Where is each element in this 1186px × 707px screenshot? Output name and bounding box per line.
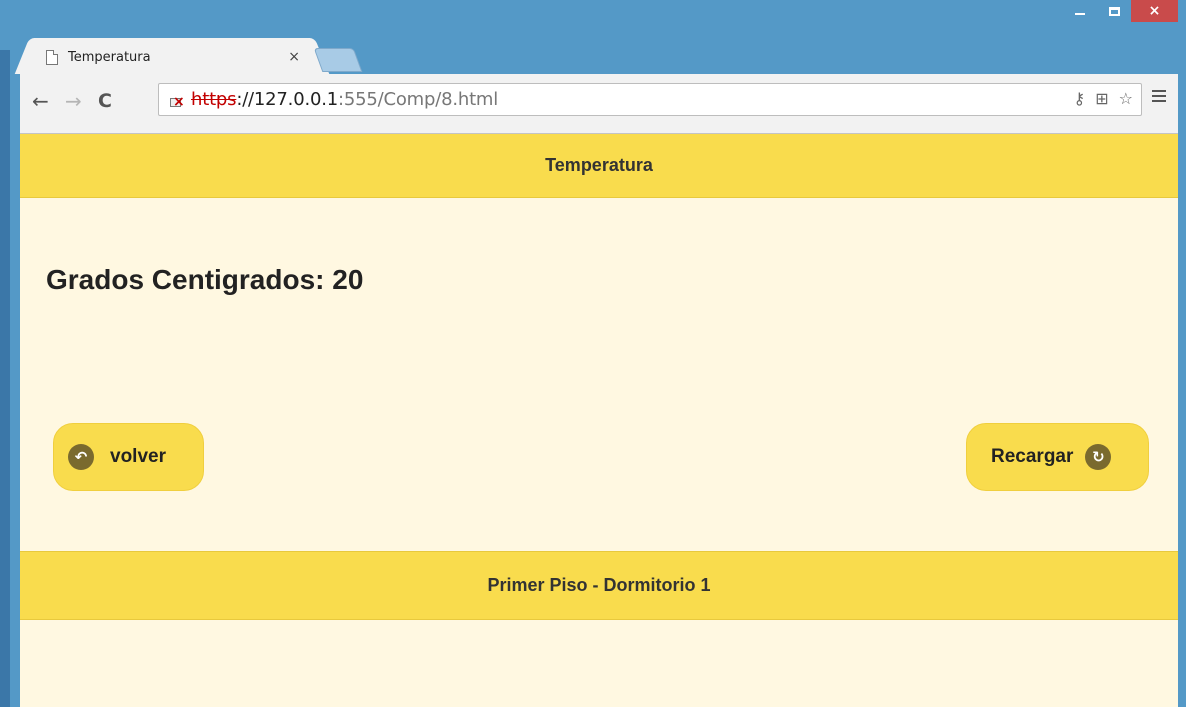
page-footer: Primer Piso - Dormitorio 1: [20, 551, 1178, 620]
key-icon[interactable]: ⚷: [1074, 89, 1086, 108]
star-icon[interactable]: ☆: [1119, 89, 1133, 108]
url-text: https://127.0.0.1:555/Comp/8.html: [191, 89, 498, 110]
browser-toolbar: ← → C × https://127.0.0.1:555/Comp/8.htm…: [20, 74, 1178, 134]
page-icon: [46, 49, 58, 65]
hamburger-menu-icon[interactable]: [1152, 90, 1166, 105]
tab-title: Temperatura: [68, 49, 151, 65]
browser-tab[interactable]: Temperatura ×: [30, 38, 314, 74]
new-tab-button[interactable]: [313, 48, 363, 72]
minimize-icon: [1075, 13, 1085, 15]
footer-title: Primer Piso - Dormitorio 1: [487, 575, 711, 595]
translate-icon[interactable]: ⊞: [1095, 89, 1108, 108]
page-title: Temperatura: [545, 155, 653, 175]
insecure-lock-icon[interactable]: ×: [169, 93, 185, 109]
temperature-reading: Grados Centigrados: 20: [46, 264, 364, 295]
maximize-button[interactable]: [1097, 0, 1131, 22]
url-host: ://127.0.0.1: [236, 89, 338, 110]
reload-icon[interactable]: C: [98, 90, 112, 112]
url-protocol: https: [191, 89, 237, 110]
back-circle-icon: ↶: [68, 444, 94, 470]
forward-arrow-icon[interactable]: →: [65, 90, 82, 112]
window-close-button[interactable]: ×: [1131, 0, 1178, 22]
address-bar[interactable]: × https://127.0.0.1:555/Comp/8.html ⚷ ⊞ …: [158, 83, 1142, 116]
url-path: :555/Comp/8.html: [338, 89, 499, 110]
back-button-label: volver: [110, 446, 166, 467]
page-content: Temperatura Grados Centigrados: 20 ↶ vol…: [20, 134, 1178, 707]
tab-close-button[interactable]: ×: [288, 49, 300, 65]
reload-button[interactable]: Recargar ↻: [966, 423, 1149, 491]
minimize-button[interactable]: [1063, 0, 1097, 22]
omnibox-icons: ⚷ ⊞ ☆: [1074, 89, 1133, 108]
refresh-circle-icon: ↻: [1085, 444, 1112, 470]
back-button[interactable]: ↶ volver: [53, 423, 204, 491]
maximize-icon: [1108, 6, 1120, 16]
reload-button-label: Recargar: [991, 446, 1074, 467]
back-arrow-icon[interactable]: ←: [32, 90, 49, 112]
window-edge: [0, 50, 10, 707]
browser-window: × Temperatura × ← → C × https://127.0.0.…: [0, 0, 1186, 707]
window-controls: ×: [1063, 0, 1178, 26]
page-header: Temperatura: [20, 134, 1178, 198]
